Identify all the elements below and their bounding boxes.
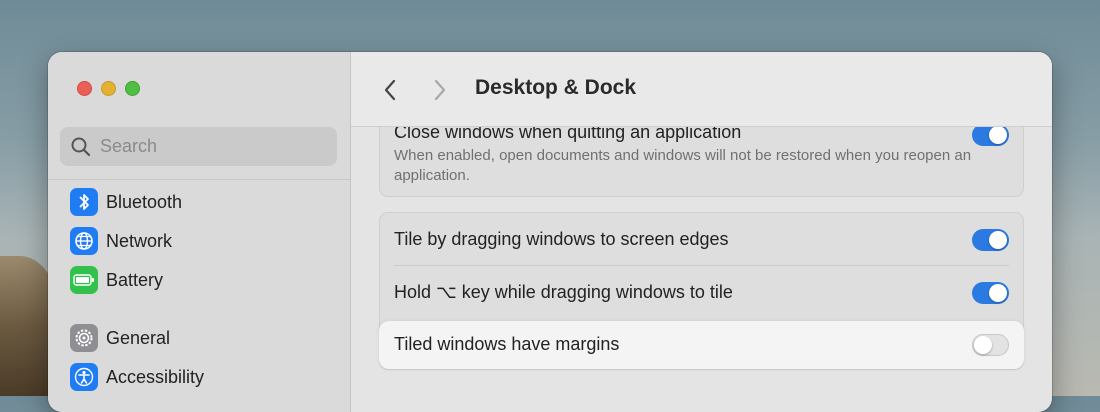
tiled-margins-toggle[interactable] (972, 334, 1009, 356)
window-controls (77, 81, 140, 96)
tile-by-dragging-toggle[interactable] (972, 229, 1009, 251)
hold-option-key-toggle[interactable] (972, 282, 1009, 304)
hold-option-key-label: Hold ⌥ key while dragging windows to til… (394, 282, 733, 302)
gear-icon (70, 324, 98, 352)
toolbar: Desktop & Dock (351, 52, 1052, 127)
sidebar-item-label: General (106, 327, 171, 348)
search-input[interactable]: Search (60, 127, 337, 166)
search-placeholder: Search (100, 136, 158, 156)
chevron-left-icon (384, 79, 396, 101)
sidebar-item-label: Network (106, 230, 173, 251)
sidebar-item-network[interactable]: Network (70, 226, 172, 256)
minimize-button[interactable] (101, 81, 116, 96)
chevron-right-icon (434, 79, 446, 101)
page-title: Desktop & Dock (475, 76, 637, 99)
close-windows-description: When enabled, open documents and windows… (394, 147, 972, 184)
sidebar-divider (48, 179, 350, 180)
tiling-row: Tile by dragging windows to screen edges (380, 213, 1023, 266)
zoom-button[interactable] (125, 81, 140, 96)
tile-by-dragging-label: Tile by dragging windows to screen edges (394, 229, 729, 249)
sidebar-item-label: Accessibility (106, 366, 205, 387)
battery-icon (70, 266, 98, 294)
back-button[interactable] (376, 76, 404, 104)
sidebar-item-battery[interactable]: Battery (70, 265, 163, 295)
close-windows-toggle[interactable] (972, 124, 1009, 146)
bluetooth-icon (70, 188, 98, 216)
sidebar-item-label: Battery (106, 269, 164, 290)
tiled-margins-label: Tiled windows have margins (394, 334, 620, 354)
search-icon (71, 137, 91, 156)
sidebar-item-general[interactable]: General (70, 323, 170, 353)
main-content: Desktop & Dock Close windows when quitti… (351, 52, 1052, 412)
system-settings-window: Search Bluetooth Network Battery General… (48, 52, 1052, 412)
close-button[interactable] (77, 81, 92, 96)
accessibility-icon (70, 363, 98, 391)
sidebar-item-bluetooth[interactable]: Bluetooth (70, 187, 182, 217)
sidebar: Search Bluetooth Network Battery General… (48, 52, 351, 412)
tiling-row: Hold ⌥ key while dragging windows to til… (380, 266, 1023, 319)
forward-button[interactable] (426, 76, 454, 104)
tiling-card: Tile by dragging windows to screen edges… (379, 212, 1024, 370)
tiled-margins-row-highlight: Tiled windows have margins (379, 321, 1024, 369)
globe-icon (70, 227, 98, 255)
sidebar-item-label: Bluetooth (106, 191, 183, 212)
sidebar-item-accessibility[interactable]: Accessibility (70, 362, 204, 392)
